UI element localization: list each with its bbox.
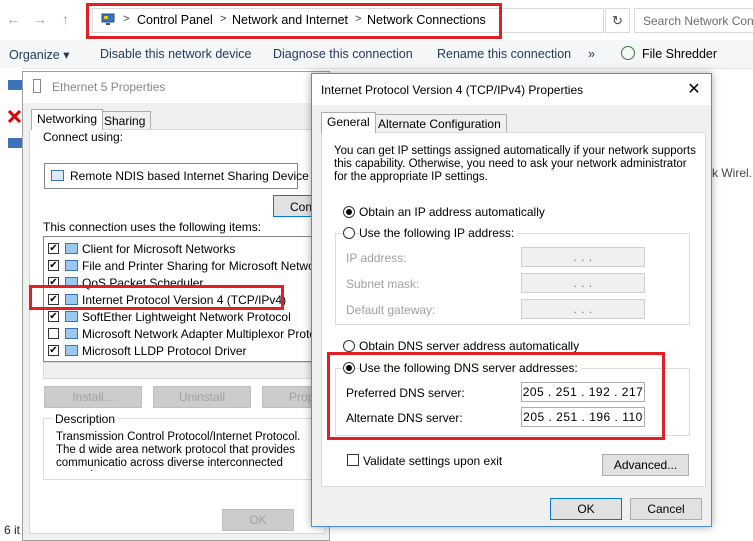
search-input[interactable]: Search Network Conn [634, 8, 753, 33]
status-items-count: 6 it [4, 523, 21, 537]
properties-button[interactable]: Prope [262, 386, 318, 408]
validate-settings-checkbox[interactable] [347, 454, 359, 466]
subnet-mask-field[interactable]: . . . [521, 273, 645, 293]
more-commands-button[interactable]: » [588, 47, 595, 61]
use-following-ip-radio[interactable] [343, 227, 355, 239]
command-bar: Organize ▾ Disable this network device D… [0, 40, 753, 69]
description-text: Transmission Control Protocol/Internet P… [56, 431, 301, 471]
use-following-ip-label: Use the following IP address: [359, 226, 518, 240]
ip-address-label: IP address: [346, 251, 407, 265]
highlight-box-ipv4 [29, 285, 284, 310]
tab-general[interactable]: General [321, 112, 376, 133]
component-checkbox[interactable]: ✔ [48, 243, 59, 254]
adapter-name-box: Remote NDIS based Internet Sharing Devic… [44, 163, 309, 189]
ok-button[interactable]: OK [222, 509, 294, 531]
items-label: This connection uses the following items… [43, 220, 262, 234]
network-adapter-icon [51, 170, 64, 181]
connections-pane [0, 68, 22, 537]
disconnected-x-icon [8, 110, 22, 124]
validate-settings-label: Validate settings upon exit [363, 454, 503, 468]
disable-device-button[interactable]: Disable this network device [100, 47, 251, 61]
tab-alternate-configuration[interactable]: Alternate Configuration [372, 114, 507, 132]
component-label: Microsoft LLDP Protocol Driver [82, 344, 247, 358]
obtain-dns-auto-radio[interactable] [343, 340, 355, 352]
forward-arrow-icon[interactable]: → [33, 11, 47, 27]
component-label: SoftEther Lightweight Network Protocol [82, 310, 291, 324]
dialog-titlebar[interactable]: Ethernet 5 Properties [23, 72, 329, 103]
default-gateway-label: Default gateway: [346, 303, 436, 317]
default-gateway-field[interactable]: . . . [521, 299, 645, 319]
component-checkbox[interactable]: ✔ [48, 260, 59, 271]
component-checkbox[interactable] [48, 328, 59, 339]
search-placeholder: Search Network Conn [643, 14, 753, 28]
cancel-button[interactable]: Cancel [630, 498, 702, 520]
file-shredder-button[interactable]: File Shredder [642, 47, 717, 61]
intro-text: You can get IP settings assigned automat… [334, 145, 696, 183]
component-label: Microsoft Network Adapter Multiplexor Pr… [82, 327, 317, 341]
network-adapter-icon[interactable] [8, 138, 22, 150]
obtain-dns-auto-label: Obtain DNS server address automatically [359, 339, 580, 353]
subnet-mask-label: Subnet mask: [346, 277, 420, 291]
horizontal-scrollbar[interactable] [43, 362, 317, 379]
connect-using-label: Connect using: [43, 130, 124, 144]
network-component-icon [65, 260, 78, 271]
highlight-box-dns [327, 352, 665, 440]
up-arrow-icon[interactable]: ↑ [62, 11, 69, 27]
diagnose-connection-button[interactable]: Diagnose this connection [273, 47, 413, 61]
install-button[interactable]: Install... [44, 386, 142, 408]
dialog-title: Ethernet 5 Properties [52, 80, 166, 94]
network-adapter-icon[interactable] [8, 80, 22, 92]
component-checkbox[interactable]: ✔ [48, 311, 59, 322]
adapter-name: Remote NDIS based Internet Sharing Devic… [70, 169, 309, 183]
obtain-ip-auto-radio[interactable] [343, 206, 355, 218]
organize-button[interactable]: Organize ▾ [9, 47, 69, 62]
tab-sharing[interactable]: Sharing [98, 111, 152, 129]
network-component-icon [65, 243, 78, 254]
component-label: File and Printer Sharing for Microsoft N… [82, 259, 317, 273]
adapter-name-partial: k Wirel... [712, 166, 753, 180]
uninstall-button[interactable]: Uninstall [153, 386, 251, 408]
network-cable-icon [33, 79, 41, 93]
description-label: Description [52, 412, 119, 426]
component-label: Client for Microsoft Networks [82, 242, 236, 256]
refresh-icon[interactable]: ↻ [605, 8, 630, 33]
rename-connection-button[interactable]: Rename this connection [437, 47, 571, 61]
network-component-icon [65, 345, 78, 356]
obtain-ip-auto-label: Obtain an IP address automatically [359, 205, 545, 219]
component-checkbox[interactable]: ✔ [48, 345, 59, 356]
tab-networking[interactable]: Networking [31, 109, 104, 130]
ok-button[interactable]: OK [550, 498, 622, 520]
ip-address-field[interactable]: . . . [521, 247, 645, 267]
dialog-title: Internet Protocol Version 4 (TCP/IPv4) P… [321, 83, 584, 97]
close-icon[interactable]: ✕ [684, 79, 704, 99]
network-component-icon [65, 328, 78, 339]
advanced-button[interactable]: Advanced... [602, 454, 689, 476]
file-shredder-icon [621, 46, 635, 60]
network-component-icon [65, 311, 78, 322]
dialog-titlebar[interactable]: Internet Protocol Version 4 (TCP/IPv4) P… [312, 74, 711, 105]
highlight-box-address [86, 3, 502, 39]
back-arrow-icon[interactable]: ← [6, 11, 20, 27]
